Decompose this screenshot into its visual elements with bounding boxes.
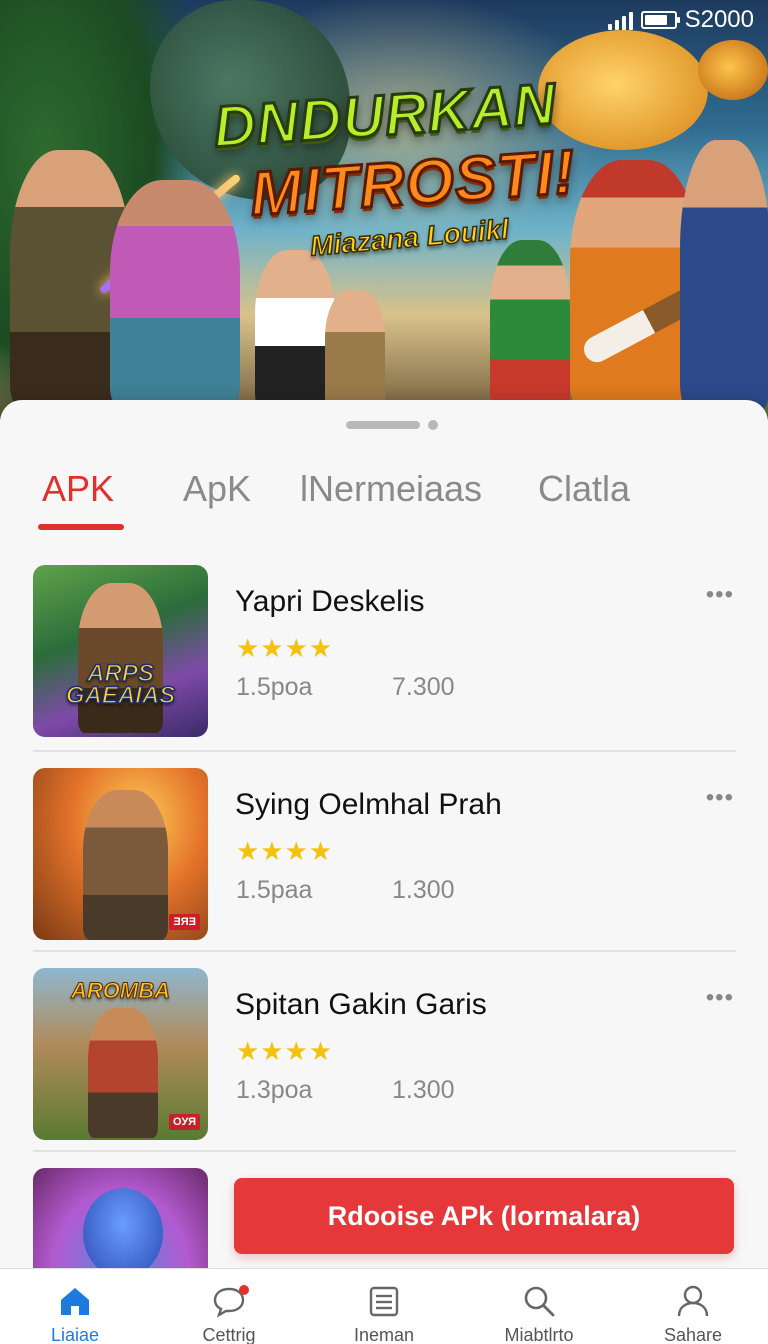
- character-man: [680, 140, 768, 410]
- nav-label-list: Ineman: [353, 1325, 415, 1344]
- rating-stars: ★★★★: [236, 836, 334, 866]
- small-creature-illustration: [698, 40, 768, 100]
- list-item[interactable]: AROMBA OУЯ Spitan Gakin Garis ★★★★ 1.3po…: [0, 968, 768, 1144]
- battery-icon: [640, 11, 680, 29]
- app-size: 1.3poa: [236, 1076, 313, 1104]
- home-icon: [61, 1288, 89, 1315]
- category-tabs: APK ApK lNermeiaas Clatla: [0, 468, 768, 538]
- list-icon: [369, 1286, 399, 1317]
- bottom-navigation: Liaiae Cettrig Ineman Miabtlrto Sahare: [0, 1268, 768, 1344]
- divider: [33, 1150, 736, 1152]
- rating-stars: ★★★★: [236, 633, 334, 663]
- app-name[interactable]: Yapri Deskelis: [235, 585, 425, 619]
- thumbnail-badge: OУЯ: [168, 1114, 200, 1130]
- tab-nermeiaas[interactable]: lNermeiaas: [300, 468, 482, 510]
- more-options-icon[interactable]: •••: [706, 786, 734, 810]
- character-kid: [325, 290, 385, 410]
- download-apk-button[interactable]: Rdooise APk (lormalara): [234, 1178, 734, 1254]
- tab-clatla[interactable]: Clatla: [538, 468, 630, 510]
- divider: [33, 950, 736, 952]
- app-count: 7.300: [392, 673, 455, 701]
- app-thumbnail: AROMBA OУЯ: [33, 968, 208, 1140]
- more-options-icon[interactable]: •••: [706, 986, 734, 1010]
- divider: [33, 750, 736, 752]
- app-thumbnail: [33, 1168, 208, 1268]
- tab-apk[interactable]: APK: [42, 468, 114, 510]
- creature-illustration: [538, 30, 708, 150]
- thumbnail-title: ARPS GAEAIAS: [65, 660, 176, 709]
- thumbnail-badge: ƎЯƎ: [169, 914, 200, 930]
- app-name[interactable]: Sying Oelmhal Prah: [235, 788, 502, 822]
- thumbnail-character: [83, 790, 168, 940]
- nav-item-list[interactable]: Ineman: [309, 1269, 459, 1344]
- list-item[interactable]: ARPS GAEAIAS Yapri Deskelis ★★★★ 1.5poa …: [0, 565, 768, 741]
- nav-label-home: Liaiae: [50, 1325, 100, 1344]
- rating-stars: ★★★★: [236, 1036, 334, 1066]
- app-size: 1.5poa: [236, 673, 313, 701]
- character-soldier: [490, 240, 570, 410]
- bottom-sheet: APK ApK lNermeiaas Clatla ARPS GAEAIAS Y…: [0, 400, 768, 1344]
- app-thumbnail: ARPS GAEAIAS: [33, 565, 208, 737]
- status-time: S2000: [684, 6, 754, 33]
- character-heroine: [110, 180, 240, 410]
- tab-apk-secondary[interactable]: ApK: [183, 468, 251, 510]
- hero-banner[interactable]: DNDURKAN MITROSTI! Miazana Louikl S2000: [0, 0, 768, 420]
- list-item[interactable]: ƎЯƎ Sying Oelmhal Prah ★★★★ 1.5paa 1.300…: [0, 768, 768, 944]
- notification-badge: [239, 1285, 249, 1295]
- app-thumbnail: ƎЯƎ: [33, 768, 208, 940]
- thumbnail-character: [88, 1008, 158, 1138]
- app-count: 1.300: [392, 1076, 455, 1104]
- nav-label-profile: Sahare: [663, 1325, 723, 1344]
- nav-item-home[interactable]: Liaiae: [0, 1269, 150, 1344]
- nav-item-chat[interactable]: Cettrig: [154, 1269, 304, 1344]
- status-bar: S2000: [607, 6, 754, 34]
- more-options-icon[interactable]: •••: [706, 583, 734, 607]
- nav-label-search: Miabtlrto: [504, 1325, 574, 1344]
- thumbnail-character: [78, 583, 163, 733]
- active-tab-indicator: [38, 524, 124, 530]
- app-name[interactable]: Spitan Gakin Garis: [235, 988, 487, 1022]
- nav-label-chat: Cettrig: [202, 1325, 256, 1344]
- search-icon: [524, 1286, 555, 1317]
- sheet-drag-handle[interactable]: [346, 420, 438, 430]
- nav-item-profile[interactable]: Sahare: [618, 1269, 768, 1344]
- app-count: 1.300: [392, 876, 455, 904]
- thumbnail-character: [83, 1188, 163, 1268]
- nav-item-search[interactable]: Miabtlrto: [464, 1269, 614, 1344]
- character-boy: [255, 250, 335, 410]
- profile-icon: [677, 1285, 709, 1317]
- thumbnail-title: AROMBA: [71, 978, 171, 1004]
- app-size: 1.5paa: [236, 876, 313, 904]
- signal-icon: [607, 10, 633, 30]
